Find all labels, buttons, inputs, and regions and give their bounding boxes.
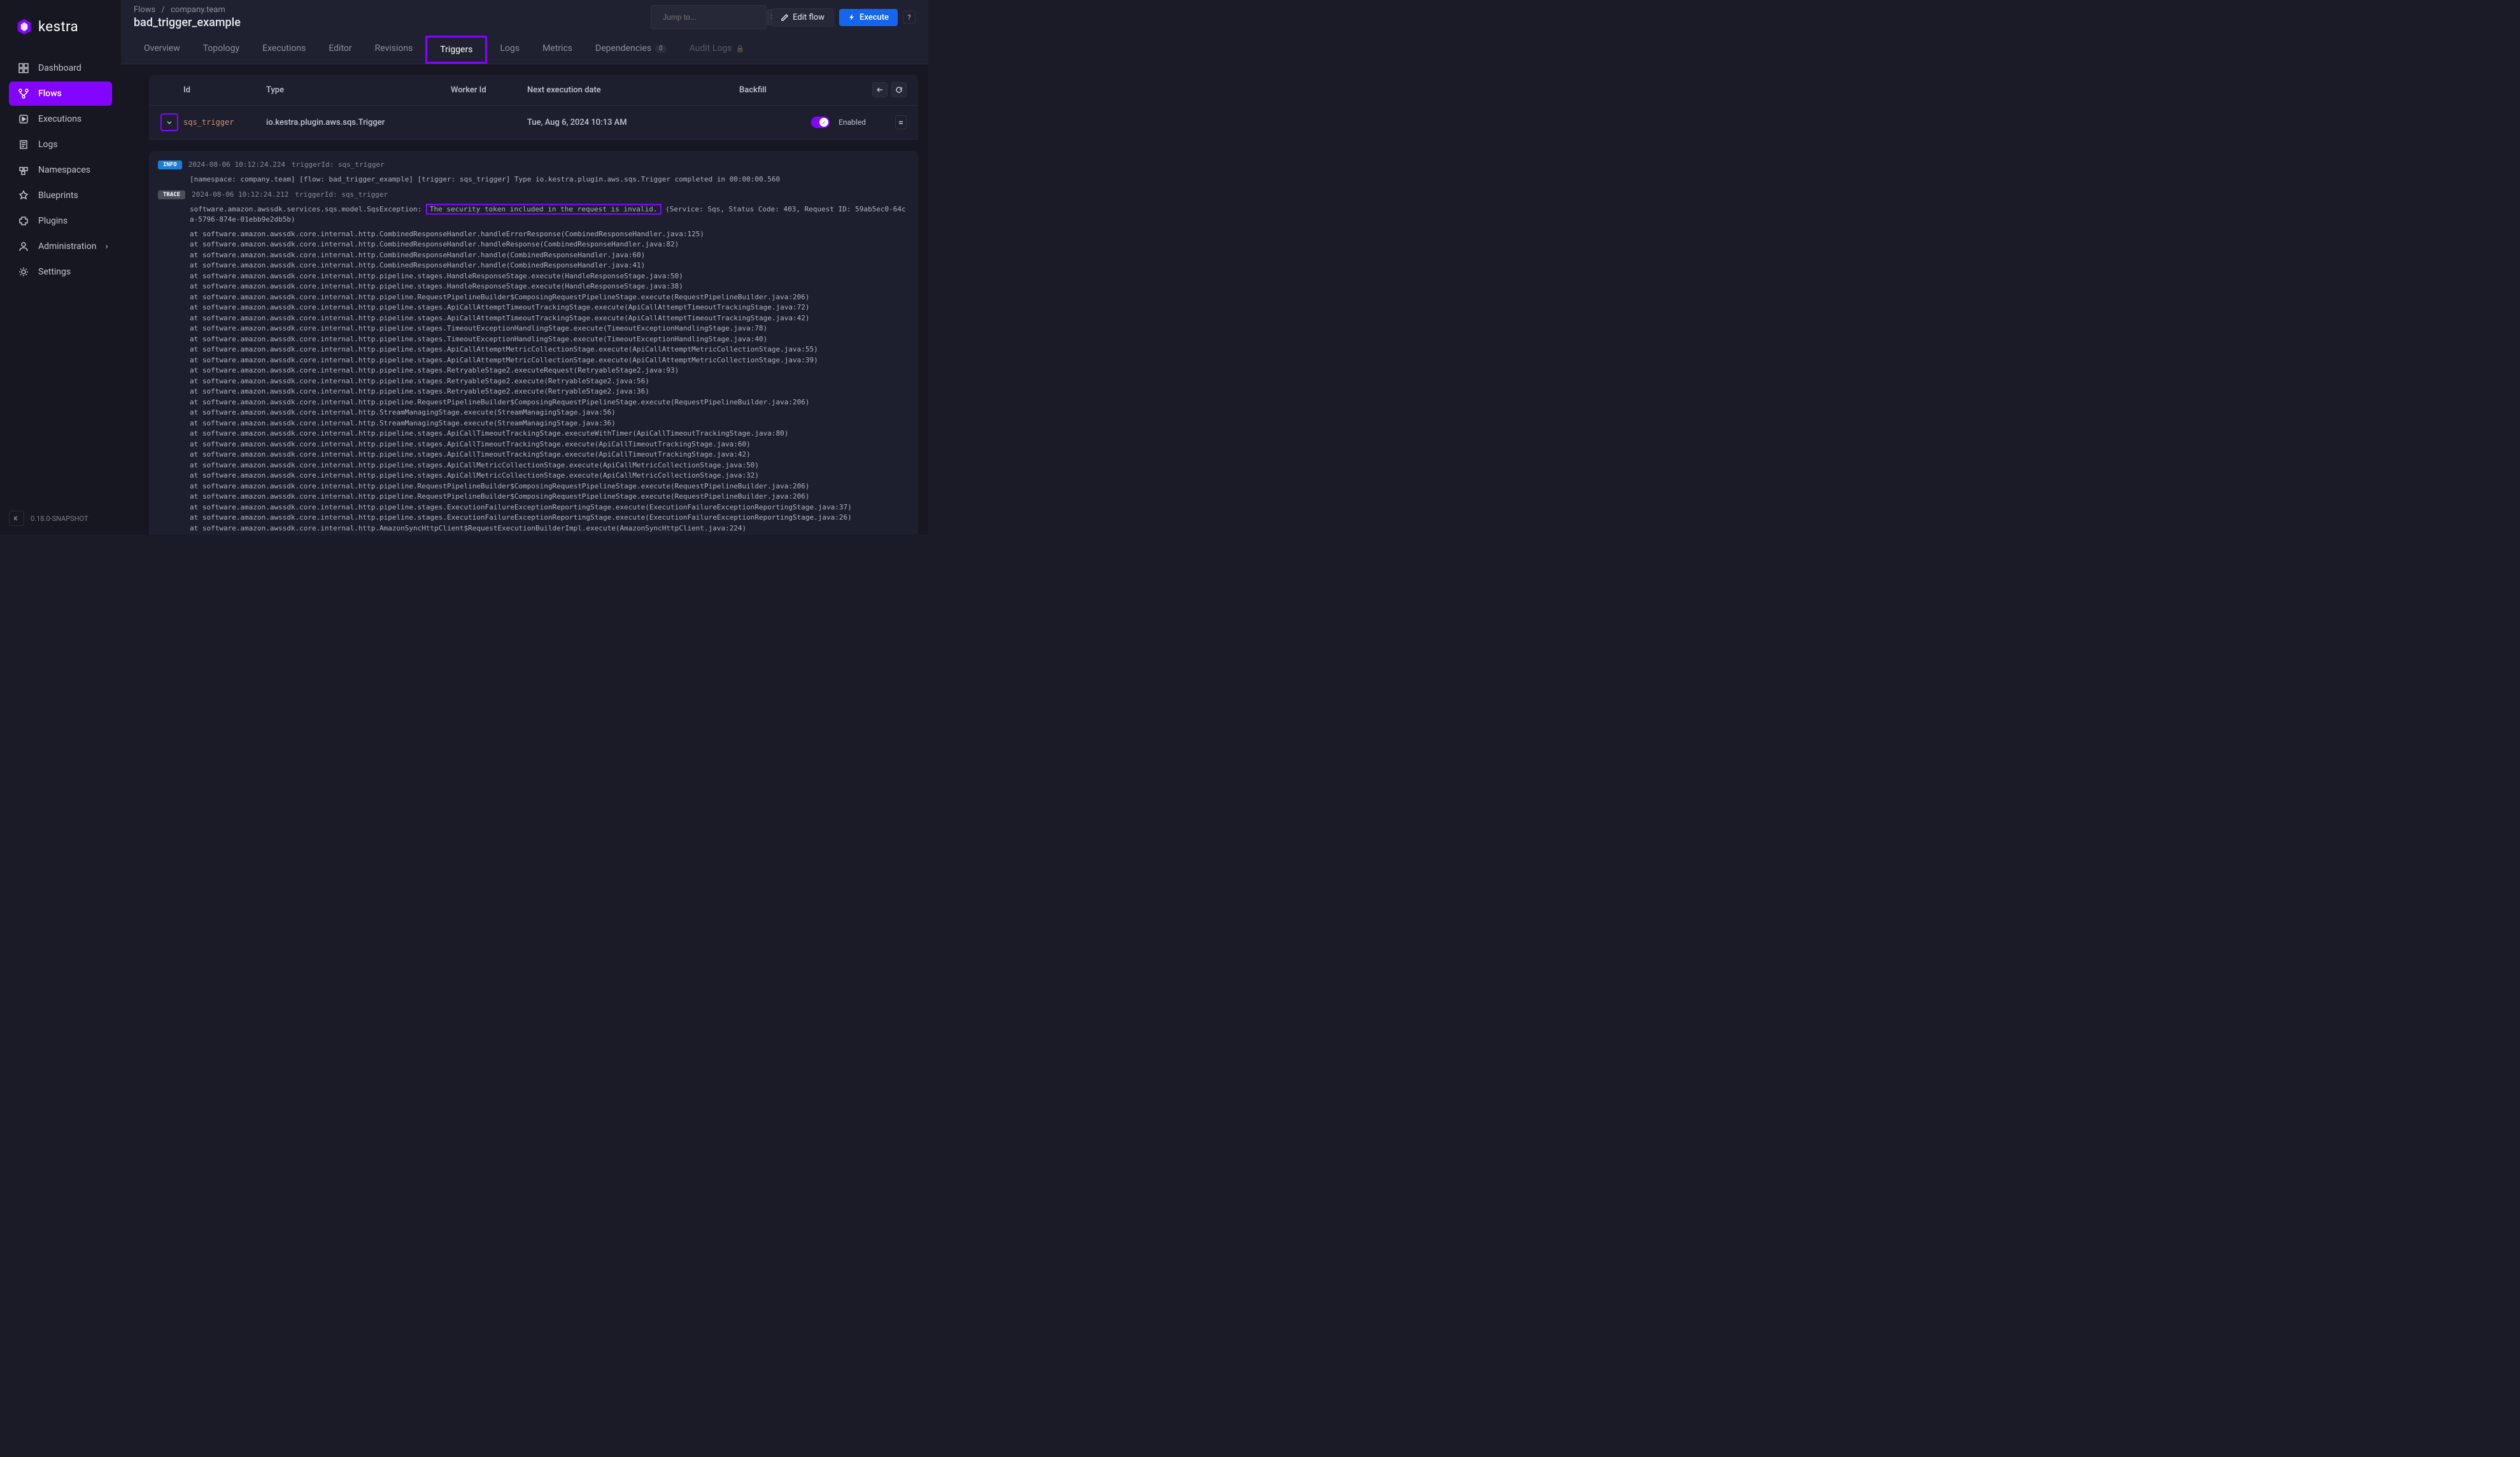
logo-text: kestra [38,19,78,35]
sidebar-item-executions[interactable]: Executions [9,107,112,131]
trigger-type: io.kestra.plugin.aws.sqs.Trigger [266,118,451,127]
logs-icon [18,139,29,150]
collapse-sidebar-button[interactable] [9,511,24,526]
bolt-icon [848,13,856,21]
sidebar-item-logs[interactable]: Logs [9,132,112,157]
tab-dependencies[interactable]: Dependencies0 [585,34,677,64]
tab-editor[interactable]: Editor [318,34,362,64]
dependencies-badge: 0 [655,45,667,53]
expand-row-button[interactable] [160,113,178,131]
tab-metrics[interactable]: Metrics [532,34,583,64]
refresh-button[interactable] [891,82,907,97]
search-input[interactable] [663,13,761,22]
sidebar-item-namespaces[interactable]: Namespaces [9,158,112,182]
log-line-info: INFO 2024-08-06 10:12:24.224 triggerId: … [158,160,909,171]
pencil-icon [781,13,789,21]
sidebar-item-settings[interactable]: Settings [9,260,112,284]
breadcrumb: Flows / company.team [134,5,241,15]
sidebar-item-label: Flows [38,89,62,99]
sidebar-item-label: Logs [38,139,58,150]
tab-revisions[interactable]: Revisions [365,34,423,64]
gear-icon [18,266,29,278]
col-next: Next execution date [527,85,699,95]
col-id: Id [183,85,266,95]
kestra-logo-icon [15,18,33,36]
backfill-action-button[interactable] [872,82,888,97]
log-body: [namespace: company.team] [flow: bad_tri… [190,174,780,185]
log-timestamp: 2024-08-06 10:12:24.224 [188,160,285,171]
namespaces-icon [18,164,29,176]
tab-topology[interactable]: Topology [193,34,250,64]
sidebar-item-label: Administration [38,241,96,252]
trigger-next-exec: Tue, Aug 6, 2024 10:13 AM [527,118,699,127]
blueprints-icon [18,190,29,201]
trigger-row: sqs_trigger io.kestra.plugin.aws.sqs.Tri… [149,106,918,139]
table-header: Id Type Worker Id Next execution date Ba… [149,75,918,106]
row-menu-button[interactable] [895,115,907,129]
tab-triggers[interactable]: Triggers [425,36,487,64]
search-box[interactable]: ⌘Ctrl/Cmd + K [651,5,767,29]
sidebar-item-flows[interactable]: Flows [9,82,112,106]
sidebar-item-plugins[interactable]: Plugins [9,209,112,233]
sidebar-item-label: Settings [38,267,71,277]
enabled-label: Enabled [839,118,866,127]
version-label: 0.18.0-SNAPSHOT [31,515,88,523]
logs-panel: INFO 2024-08-06 10:12:24.224 triggerId: … [149,151,918,535]
sidebar-item-blueprints[interactable]: Blueprints [9,183,112,208]
col-type: Type [266,85,451,95]
log-trigger-id: triggerId: sqs_trigger [295,190,388,201]
log-timestamp: 2024-08-06 10:12:24.212 [192,190,288,201]
log-stacktrace: at software.amazon.awssdk.core.internal.… [190,229,852,536]
execute-button[interactable]: Execute [839,9,898,26]
sidebar-item-label: Blueprints [38,190,78,201]
log-level-trace: TRACE [158,190,185,199]
tab-audit-logs[interactable]: Audit Logs🔒 [679,34,754,64]
tab-executions[interactable]: Executions [252,34,316,64]
log-body: software.amazon.awssdk.services.sqs.mode… [190,204,909,225]
sidebar-item-label: Namespaces [38,165,90,175]
executions-icon [18,113,29,125]
tab-logs[interactable]: Logs [490,34,530,64]
admin-icon [18,241,29,252]
edit-flow-button[interactable]: Edit flow [772,8,834,27]
sidebar-item-label: Plugins [38,216,67,226]
page-title: bad_trigger_example [134,16,241,29]
logo[interactable]: kestra [0,8,121,46]
error-highlight: The security token included in the reque… [426,204,662,215]
tab-overview[interactable]: Overview [134,34,190,64]
enabled-toggle[interactable]: ✓ [811,117,830,128]
col-worker: Worker Id [451,85,527,95]
log-trigger-id: triggerId: sqs_trigger [292,160,385,171]
breadcrumb-namespace[interactable]: company.team [171,5,225,15]
sidebar-item-label: Executions [38,114,81,124]
log-line-trace: TRACE 2024-08-06 10:12:24.212 triggerId:… [158,190,909,201]
chevron-right-icon: › [105,241,108,252]
col-backfill: Backfill [699,85,811,95]
trigger-id: sqs_trigger [183,118,234,127]
plugins-icon [18,215,29,227]
breadcrumb-flows[interactable]: Flows [134,5,155,15]
flows-icon [18,88,29,99]
log-level-info: INFO [158,160,182,169]
sidebar-item-dashboard[interactable]: Dashboard [9,56,112,80]
help-button[interactable]: ? [903,11,916,24]
sidebar-item-label: Dashboard [38,63,81,73]
lock-icon: 🔒 [735,45,744,53]
sidebar-item-administration[interactable]: Administration › [9,234,112,259]
dashboard-icon [18,62,29,74]
